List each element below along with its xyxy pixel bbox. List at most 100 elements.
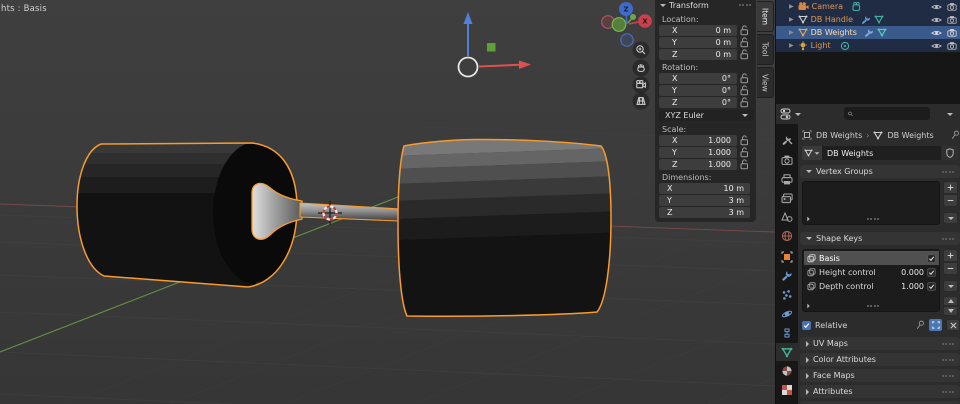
shape-key-checkbox[interactable] [927,281,936,291]
search-input[interactable] [856,109,926,118]
lock-open-icon[interactable] [740,97,749,108]
tab-material-properties[interactable] [776,362,798,380]
dimensions-y-field[interactable]: Y3 m [659,195,750,206]
outliner-row-db-handle[interactable]: ▶ DB Handle [776,13,960,26]
location-x-field[interactable]: X0 m [659,25,737,36]
disclosure-icon[interactable]: ▶ [789,42,794,49]
outliner-row-db-weights[interactable]: ▶ DB Weights [776,26,960,39]
shape-key-lock-pin-icon[interactable] [916,320,925,330]
properties-search[interactable] [844,107,930,120]
relative-checkbox[interactable] [802,320,811,330]
3d-viewport[interactable]: Z X hts: Basis Transform Location: X 0 … [0,0,775,404]
tab-output-properties[interactable] [776,170,798,188]
move-gizmo[interactable] [457,12,532,78]
shape-key-checkbox[interactable] [927,253,936,263]
fake-user-button[interactable] [942,146,958,160]
location-z-field[interactable]: Z0 m [659,49,737,60]
modifier-icon[interactable] [861,15,871,25]
shape-key-basis[interactable]: Basis [804,251,939,265]
rotation-y-field[interactable]: Y 0° [659,85,737,96]
shape-key-checkbox[interactable] [927,267,936,277]
pin-icon[interactable] [951,130,960,140]
vertex-groups-list[interactable] [802,181,940,225]
tab-render-properties[interactable] [776,151,798,169]
dimensions-z-field[interactable]: Z3 m [659,207,750,218]
lock-open-icon[interactable] [740,73,749,84]
tab-particle-properties[interactable] [776,286,798,304]
zoom-button[interactable] [632,41,650,59]
hide-eye-icon[interactable] [931,16,942,24]
scale-y-field[interactable]: Y 1.000 [659,147,737,158]
attributes-panel-header[interactable]: Attributes [800,385,960,398]
panel-grip[interactable] [739,4,751,6]
pan-hand-button[interactable] [632,59,650,77]
list-resize-grip[interactable] [866,305,879,307]
breadcrumb-data[interactable]: DB Weights [887,131,933,140]
outliner-row-camera[interactable]: ▶ Camera [776,0,960,13]
clear-button[interactable] [946,319,960,331]
datablock-name-field[interactable]: DB Weights [822,146,941,160]
list-resize-grip[interactable] [866,218,879,220]
dumbbell-handle[interactable] [251,182,401,240]
tab-tool-properties[interactable] [776,132,798,150]
shape-key-height-control[interactable]: Height control 0.000 [804,265,939,279]
disclosure-icon[interactable]: ▶ [789,16,794,23]
lock-open-icon[interactable] [740,49,749,60]
shape-key-edit-mode-button[interactable] [929,319,942,331]
outliner-row-light[interactable]: ▶ Light [776,39,960,52]
list-expand-icon[interactable] [807,303,810,309]
vertex-group-add-button[interactable] [943,181,958,194]
filter-dropdown-icon[interactable] [947,112,953,116]
shape-key-value[interactable]: 1.000 [901,282,924,291]
dimensions-x-field[interactable]: X 10 m [659,183,750,194]
tab-texture-properties[interactable] [776,381,798,399]
tab-scene-properties[interactable] [776,208,798,226]
shape-key-value[interactable]: 0.000 [901,268,924,277]
camera-view-button[interactable] [632,76,650,94]
list-expand-icon[interactable] [807,216,810,222]
scale-z-field[interactable]: Z 1.000 [659,159,737,170]
rotation-x-field[interactable]: X 0° [659,73,737,84]
tab-item[interactable]: Item [757,1,774,32]
breadcrumb-object[interactable]: DB Weights [816,131,862,140]
vertex-group-remove-button[interactable] [943,194,958,207]
disable-render-icon[interactable] [947,41,957,50]
lock-open-icon[interactable] [740,159,749,170]
tab-view-layer-properties[interactable] [776,189,798,207]
ortho-toggle-button[interactable] [632,92,650,110]
tab-object-properties[interactable] [776,248,798,266]
mesh-data-icon[interactable] [874,15,884,24]
tab-physics-properties[interactable] [776,305,798,323]
shape-key-move-up-button[interactable] [943,296,958,306]
lock-open-icon[interactable] [740,135,749,146]
tab-object-data-properties[interactable] [776,343,798,361]
vertex-group-specials-button[interactable] [943,212,958,224]
tab-view[interactable]: View [757,67,774,98]
mesh-datablock-selector[interactable] [802,146,822,160]
transform-panel-header[interactable]: Transform [655,0,756,10]
scale-x-field[interactable]: X 1.000 [659,135,737,146]
location-y-field[interactable]: Y0 m [659,37,737,48]
navigation-gizmo[interactable]: Z X [601,2,652,47]
disable-render-icon[interactable] [947,2,957,11]
editor-type-selector[interactable] [780,108,801,120]
disable-render-icon[interactable] [947,15,957,24]
lock-open-icon[interactable] [740,147,749,158]
hide-eye-icon[interactable] [931,42,942,50]
tab-constraint-properties[interactable] [776,324,798,342]
dumbbell-right-weight[interactable] [378,121,636,351]
shape-key-move-down-button[interactable] [943,306,958,316]
disclosure-icon[interactable]: ▶ [789,3,794,10]
lock-open-icon[interactable] [740,25,749,36]
light-data-icon[interactable] [840,41,850,51]
rotation-z-field[interactable]: Z 0° [659,97,737,108]
disable-render-icon[interactable] [947,28,957,37]
camera-data-icon[interactable] [852,1,863,12]
shape-key-depth-control[interactable]: Depth control 1.000 [804,279,939,293]
tab-world-properties[interactable] [776,227,798,245]
tab-tool[interactable]: Tool [757,34,774,65]
lock-open-icon[interactable] [740,85,749,96]
uv-maps-panel-header[interactable]: UV Maps [800,337,960,350]
shape-key-remove-button[interactable] [943,262,958,275]
modifier-icon[interactable] [864,28,874,38]
